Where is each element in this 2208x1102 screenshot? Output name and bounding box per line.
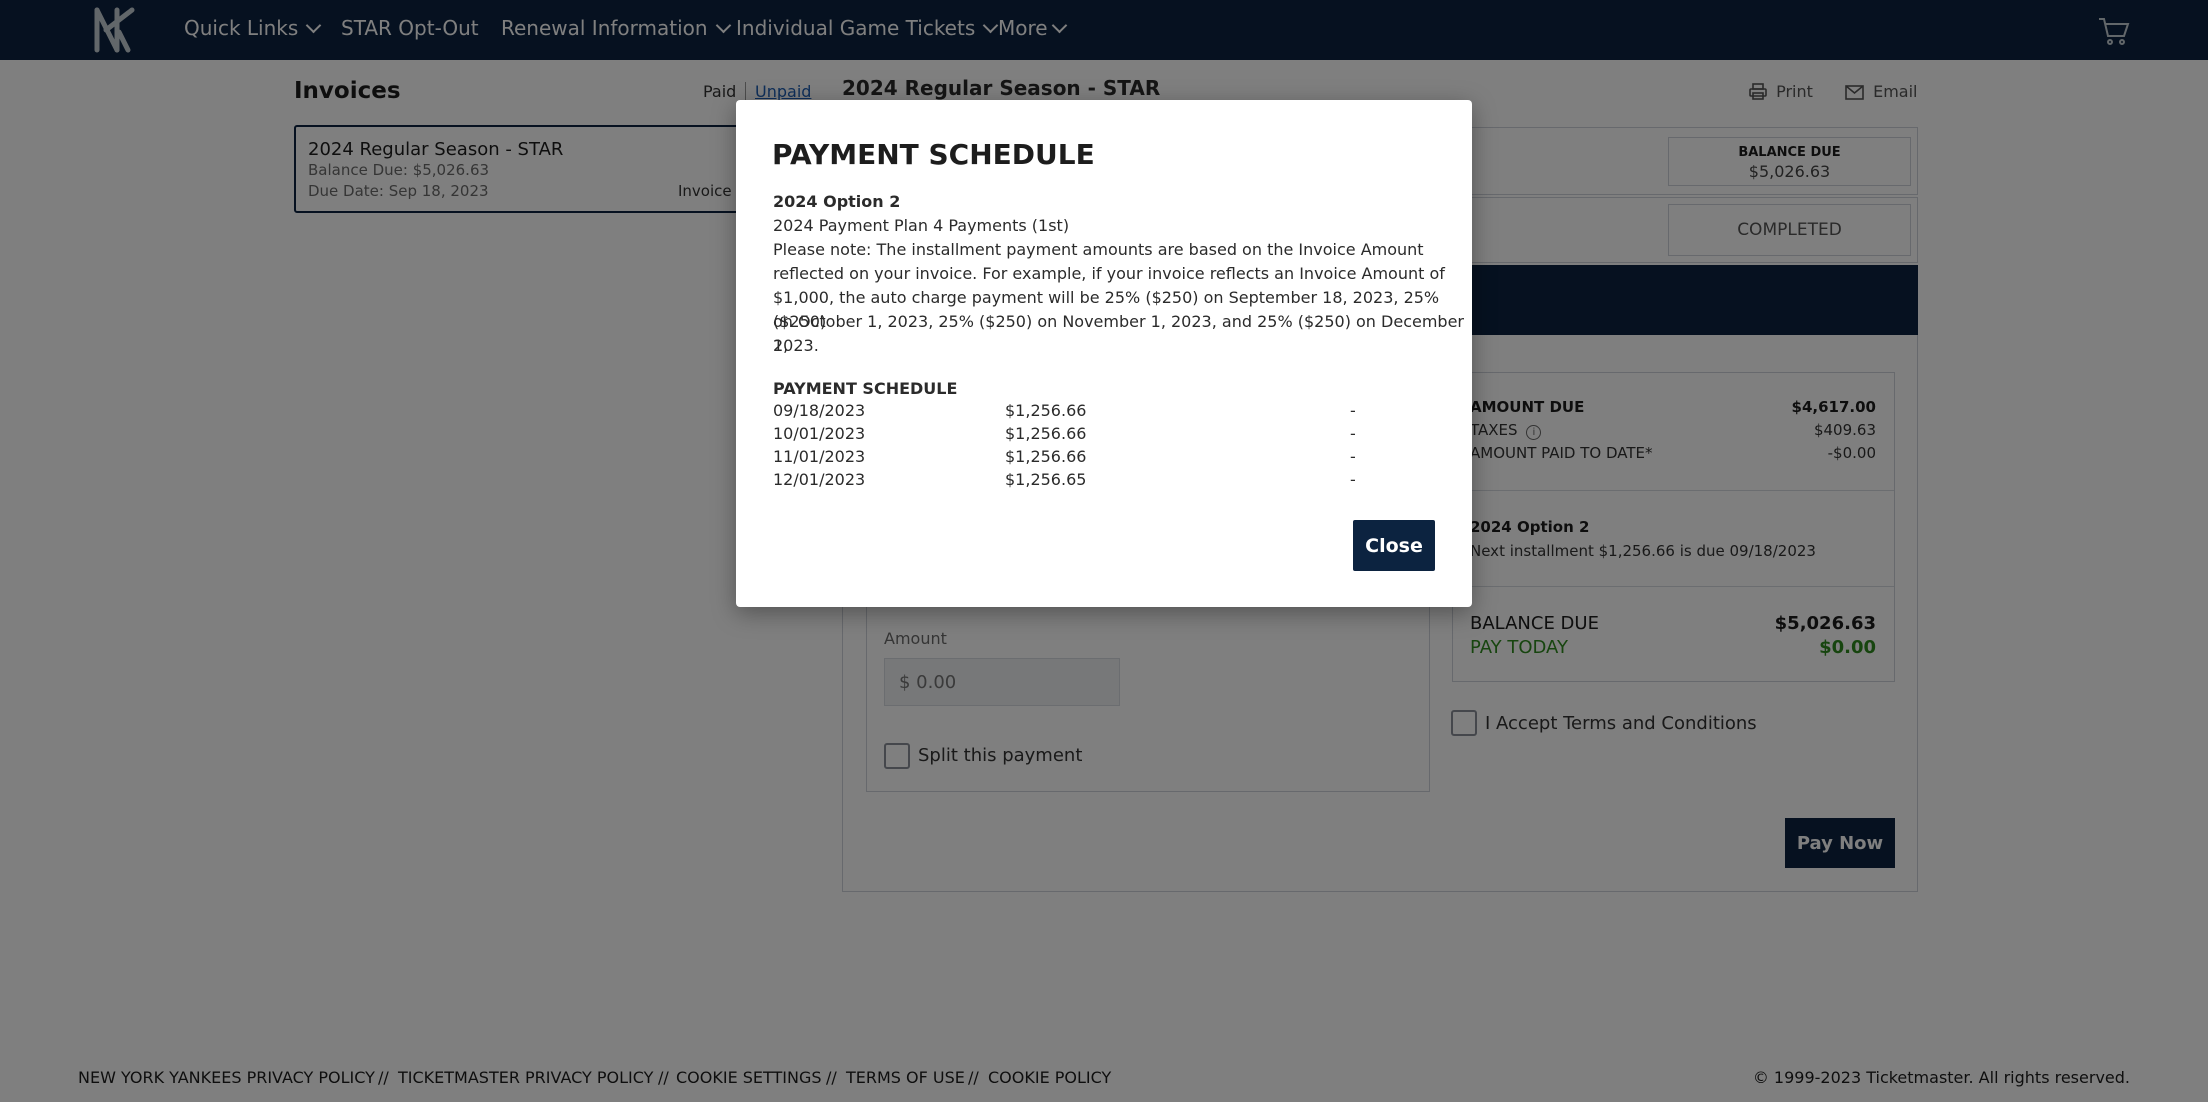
- schedule-date: 11/01/2023: [773, 447, 866, 466]
- modal-note-line: Please note: The installment payment amo…: [773, 240, 1424, 259]
- schedule-date: 09/18/2023: [773, 401, 866, 420]
- modal-plan-name: 2024 Payment Plan 4 Payments (1st): [773, 216, 1070, 235]
- schedule-status: -: [1350, 470, 1356, 489]
- schedule-status: -: [1350, 447, 1356, 466]
- modal-note-line: 2023.: [773, 336, 819, 355]
- schedule-row: 09/18/2023 $1,256.66 -: [773, 401, 1433, 424]
- schedule-row: 10/01/2023 $1,256.66 -: [773, 424, 1433, 447]
- schedule-row: 12/01/2023 $1,256.65 -: [773, 470, 1433, 493]
- schedule-row: 11/01/2023 $1,256.66 -: [773, 447, 1433, 470]
- schedule-amount: $1,256.66: [1005, 447, 1087, 466]
- payment-schedule-modal: PAYMENT SCHEDULE 2024 Option 2 2024 Paym…: [736, 100, 1472, 607]
- schedule-status: -: [1350, 424, 1356, 443]
- schedule-heading: PAYMENT SCHEDULE: [773, 379, 958, 398]
- schedule-amount: $1,256.66: [1005, 401, 1087, 420]
- schedule-amount: $1,256.65: [1005, 470, 1087, 489]
- modal-close-button[interactable]: Close: [1353, 520, 1435, 571]
- modal-note-line: on October 1, 2023, 25% ($250) on Novemb…: [773, 312, 1464, 355]
- schedule-status: -: [1350, 401, 1356, 420]
- modal-note-line: reflected on your invoice. For example, …: [773, 264, 1445, 283]
- modal-option-name: 2024 Option 2: [773, 192, 901, 211]
- modal-title: PAYMENT SCHEDULE: [772, 138, 1095, 171]
- schedule-amount: $1,256.66: [1005, 424, 1087, 443]
- schedule-date: 12/01/2023: [773, 470, 866, 489]
- schedule-date: 10/01/2023: [773, 424, 866, 443]
